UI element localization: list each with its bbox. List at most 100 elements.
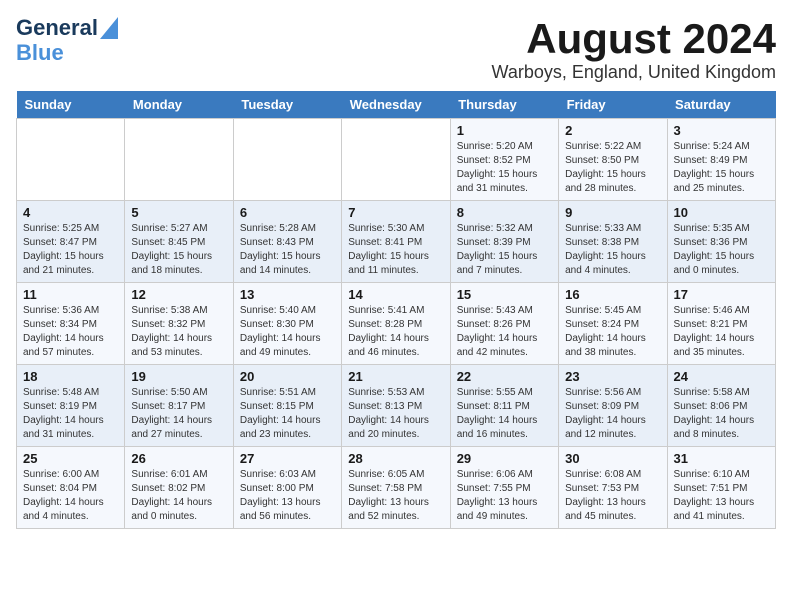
day-info: Sunrise: 5:25 AMSunset: 8:47 PMDaylight:… xyxy=(23,223,104,276)
day-info: Sunrise: 5:30 AMSunset: 8:41 PMDaylight:… xyxy=(348,223,429,276)
calendar-cell-5-6: 30 Sunrise: 6:08 AMSunset: 7:53 PMDaylig… xyxy=(559,447,667,529)
calendar-cell-5-4: 28 Sunrise: 6:05 AMSunset: 7:58 PMDaylig… xyxy=(342,447,450,529)
calendar-cell-1-6: 2 Sunrise: 5:22 AMSunset: 8:50 PMDayligh… xyxy=(559,119,667,201)
calendar-cell-1-2 xyxy=(125,119,233,201)
day-number: 21 xyxy=(348,369,443,384)
day-number: 15 xyxy=(457,287,552,302)
day-number: 8 xyxy=(457,205,552,220)
day-number: 19 xyxy=(131,369,226,384)
logo-blue: Blue xyxy=(16,40,64,66)
calendar-cell-3-6: 16 Sunrise: 5:45 AMSunset: 8:24 PMDaylig… xyxy=(559,283,667,365)
day-info: Sunrise: 5:28 AMSunset: 8:43 PMDaylight:… xyxy=(240,223,321,276)
calendar-cell-2-7: 10 Sunrise: 5:35 AMSunset: 8:36 PMDaylig… xyxy=(667,201,775,283)
day-info: Sunrise: 5:56 AMSunset: 8:09 PMDaylight:… xyxy=(565,387,646,440)
calendar-cell-3-5: 15 Sunrise: 5:43 AMSunset: 8:26 PMDaylig… xyxy=(450,283,558,365)
day-number: 13 xyxy=(240,287,335,302)
calendar-cell-1-3 xyxy=(233,119,341,201)
calendar-table: SundayMondayTuesdayWednesdayThursdayFrid… xyxy=(16,91,776,529)
weekday-header-monday: Monday xyxy=(125,91,233,119)
logo: General Blue xyxy=(16,16,118,66)
day-number: 14 xyxy=(348,287,443,302)
day-number: 29 xyxy=(457,451,552,466)
calendar-cell-5-7: 31 Sunrise: 6:10 AMSunset: 7:51 PMDaylig… xyxy=(667,447,775,529)
calendar-cell-4-2: 19 Sunrise: 5:50 AMSunset: 8:17 PMDaylig… xyxy=(125,365,233,447)
day-info: Sunrise: 5:33 AMSunset: 8:38 PMDaylight:… xyxy=(565,223,646,276)
day-info: Sunrise: 6:00 AMSunset: 8:04 PMDaylight:… xyxy=(23,469,104,522)
day-number: 6 xyxy=(240,205,335,220)
calendar-cell-3-7: 17 Sunrise: 5:46 AMSunset: 8:21 PMDaylig… xyxy=(667,283,775,365)
calendar-cell-4-6: 23 Sunrise: 5:56 AMSunset: 8:09 PMDaylig… xyxy=(559,365,667,447)
day-number: 7 xyxy=(348,205,443,220)
calendar-cell-4-4: 21 Sunrise: 5:53 AMSunset: 8:13 PMDaylig… xyxy=(342,365,450,447)
day-info: Sunrise: 5:53 AMSunset: 8:13 PMDaylight:… xyxy=(348,387,429,440)
week-row-2: 4 Sunrise: 5:25 AMSunset: 8:47 PMDayligh… xyxy=(17,201,776,283)
day-number: 25 xyxy=(23,451,118,466)
day-info: Sunrise: 5:36 AMSunset: 8:34 PMDaylight:… xyxy=(23,305,104,358)
calendar-cell-4-5: 22 Sunrise: 5:55 AMSunset: 8:11 PMDaylig… xyxy=(450,365,558,447)
calendar-cell-5-1: 25 Sunrise: 6:00 AMSunset: 8:04 PMDaylig… xyxy=(17,447,125,529)
calendar-cell-3-3: 13 Sunrise: 5:40 AMSunset: 8:30 PMDaylig… xyxy=(233,283,341,365)
calendar-cell-5-2: 26 Sunrise: 6:01 AMSunset: 8:02 PMDaylig… xyxy=(125,447,233,529)
day-info: Sunrise: 5:51 AMSunset: 8:15 PMDaylight:… xyxy=(240,387,321,440)
logo-general: General xyxy=(16,16,98,40)
day-number: 23 xyxy=(565,369,660,384)
calendar-body: 1 Sunrise: 5:20 AMSunset: 8:52 PMDayligh… xyxy=(17,119,776,529)
calendar-cell-1-1 xyxy=(17,119,125,201)
day-info: Sunrise: 6:10 AMSunset: 7:51 PMDaylight:… xyxy=(674,469,755,522)
day-number: 18 xyxy=(23,369,118,384)
calendar-cell-1-7: 3 Sunrise: 5:24 AMSunset: 8:49 PMDayligh… xyxy=(667,119,775,201)
day-info: Sunrise: 5:48 AMSunset: 8:19 PMDaylight:… xyxy=(23,387,104,440)
day-number: 31 xyxy=(674,451,769,466)
day-info: Sunrise: 5:40 AMSunset: 8:30 PMDaylight:… xyxy=(240,305,321,358)
calendar-cell-5-3: 27 Sunrise: 6:03 AMSunset: 8:00 PMDaylig… xyxy=(233,447,341,529)
day-info: Sunrise: 5:27 AMSunset: 8:45 PMDaylight:… xyxy=(131,223,212,276)
week-row-5: 25 Sunrise: 6:00 AMSunset: 8:04 PMDaylig… xyxy=(17,447,776,529)
calendar-cell-4-7: 24 Sunrise: 5:58 AMSunset: 8:06 PMDaylig… xyxy=(667,365,775,447)
calendar-cell-2-1: 4 Sunrise: 5:25 AMSunset: 8:47 PMDayligh… xyxy=(17,201,125,283)
day-info: Sunrise: 5:46 AMSunset: 8:21 PMDaylight:… xyxy=(674,305,755,358)
day-number: 4 xyxy=(23,205,118,220)
week-row-4: 18 Sunrise: 5:48 AMSunset: 8:19 PMDaylig… xyxy=(17,365,776,447)
calendar-cell-2-3: 6 Sunrise: 5:28 AMSunset: 8:43 PMDayligh… xyxy=(233,201,341,283)
weekday-header-saturday: Saturday xyxy=(667,91,775,119)
weekday-header-friday: Friday xyxy=(559,91,667,119)
day-number: 26 xyxy=(131,451,226,466)
day-number: 17 xyxy=(674,287,769,302)
day-number: 24 xyxy=(674,369,769,384)
calendar-cell-3-2: 12 Sunrise: 5:38 AMSunset: 8:32 PMDaylig… xyxy=(125,283,233,365)
day-number: 10 xyxy=(674,205,769,220)
day-number: 3 xyxy=(674,123,769,138)
day-info: Sunrise: 5:50 AMSunset: 8:17 PMDaylight:… xyxy=(131,387,212,440)
day-info: Sunrise: 6:06 AMSunset: 7:55 PMDaylight:… xyxy=(457,469,538,522)
calendar-cell-2-5: 8 Sunrise: 5:32 AMSunset: 8:39 PMDayligh… xyxy=(450,201,558,283)
day-number: 2 xyxy=(565,123,660,138)
day-info: Sunrise: 5:55 AMSunset: 8:11 PMDaylight:… xyxy=(457,387,538,440)
calendar-cell-5-5: 29 Sunrise: 6:06 AMSunset: 7:55 PMDaylig… xyxy=(450,447,558,529)
calendar-cell-3-1: 11 Sunrise: 5:36 AMSunset: 8:34 PMDaylig… xyxy=(17,283,125,365)
title-block: August 2024 Warboys, England, United Kin… xyxy=(492,16,776,83)
day-number: 9 xyxy=(565,205,660,220)
day-number: 12 xyxy=(131,287,226,302)
day-number: 11 xyxy=(23,287,118,302)
day-number: 27 xyxy=(240,451,335,466)
calendar-cell-2-6: 9 Sunrise: 5:33 AMSunset: 8:38 PMDayligh… xyxy=(559,201,667,283)
day-info: Sunrise: 6:05 AMSunset: 7:58 PMDaylight:… xyxy=(348,469,429,522)
day-number: 5 xyxy=(131,205,226,220)
day-info: Sunrise: 6:03 AMSunset: 8:00 PMDaylight:… xyxy=(240,469,321,522)
weekday-header-thursday: Thursday xyxy=(450,91,558,119)
day-info: Sunrise: 5:22 AMSunset: 8:50 PMDaylight:… xyxy=(565,141,646,194)
day-number: 20 xyxy=(240,369,335,384)
day-number: 16 xyxy=(565,287,660,302)
weekday-header-wednesday: Wednesday xyxy=(342,91,450,119)
week-row-1: 1 Sunrise: 5:20 AMSunset: 8:52 PMDayligh… xyxy=(17,119,776,201)
logo-triangle-icon xyxy=(100,17,118,39)
calendar-cell-1-4 xyxy=(342,119,450,201)
location: Warboys, England, United Kingdom xyxy=(492,62,776,83)
weekday-header-tuesday: Tuesday xyxy=(233,91,341,119)
day-info: Sunrise: 5:35 AMSunset: 8:36 PMDaylight:… xyxy=(674,223,755,276)
day-info: Sunrise: 5:24 AMSunset: 8:49 PMDaylight:… xyxy=(674,141,755,194)
page-header: General Blue August 2024 Warboys, Englan… xyxy=(16,16,776,83)
day-info: Sunrise: 5:41 AMSunset: 8:28 PMDaylight:… xyxy=(348,305,429,358)
day-info: Sunrise: 5:45 AMSunset: 8:24 PMDaylight:… xyxy=(565,305,646,358)
day-number: 28 xyxy=(348,451,443,466)
